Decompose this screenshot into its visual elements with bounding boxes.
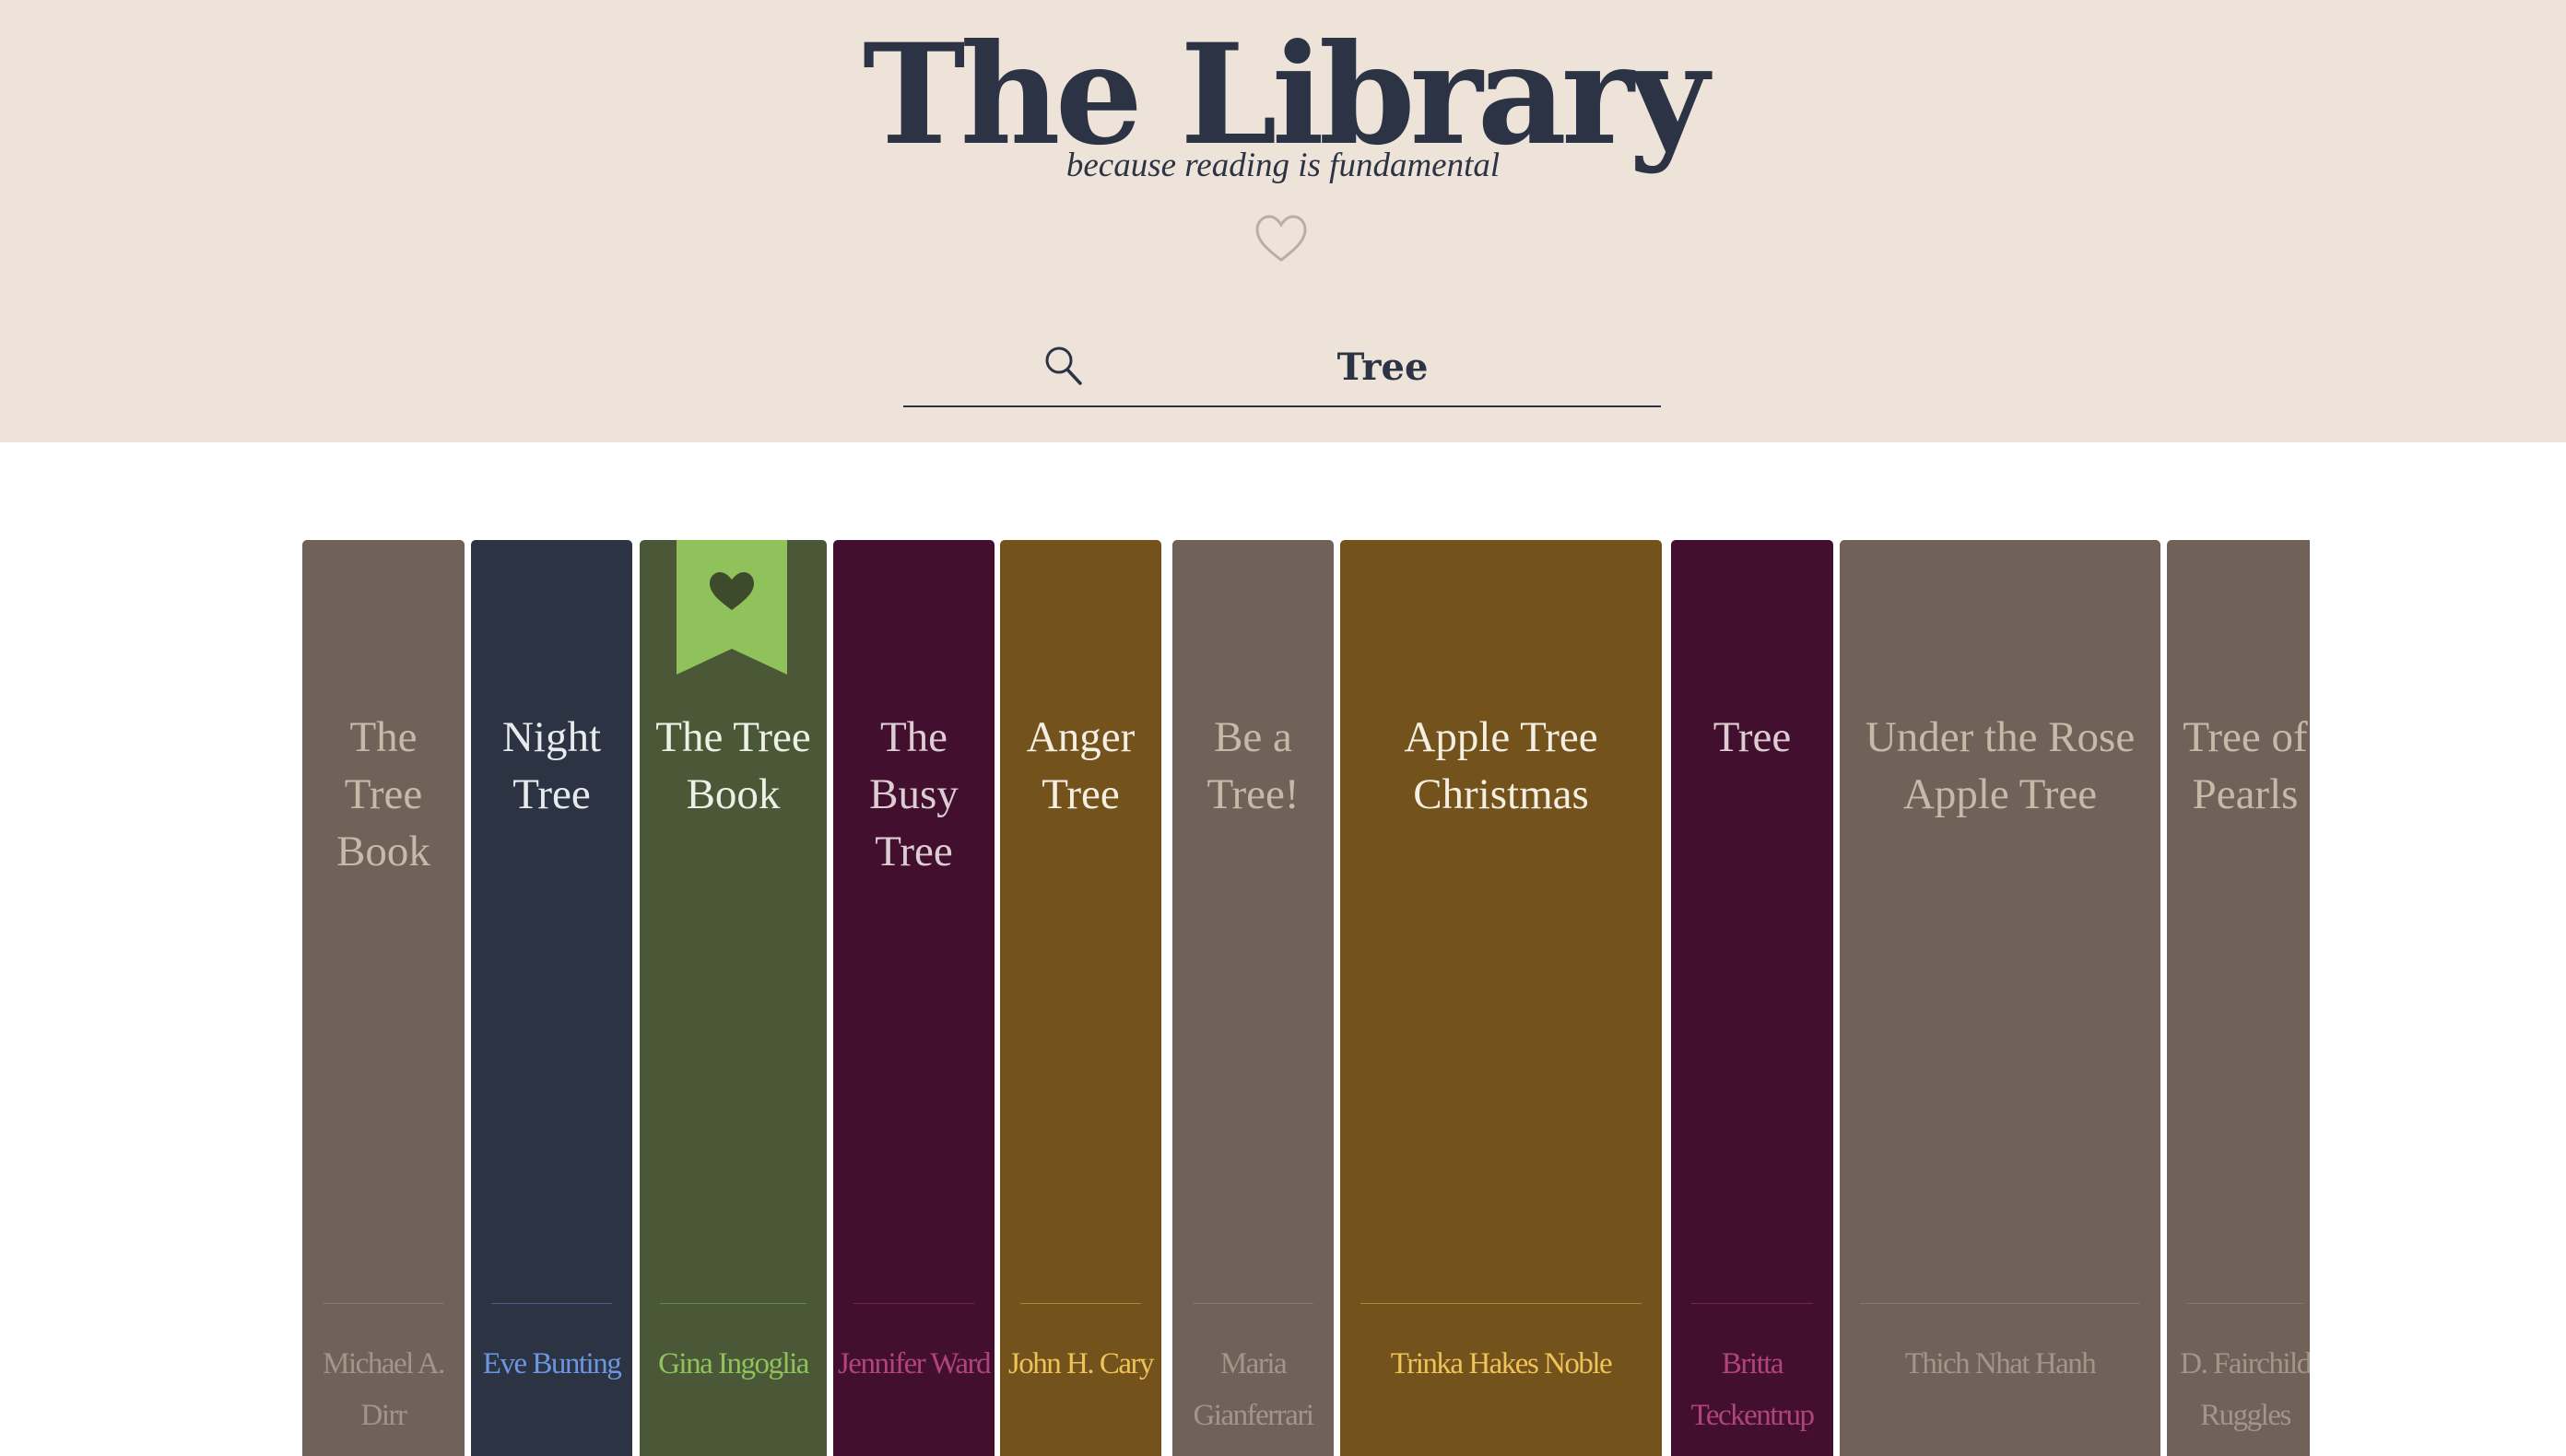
book-spine[interactable]: The Tree Book Michael A. Dirr — [302, 540, 465, 1456]
book-author: Maria Gianferrari — [1193, 1347, 1314, 1432]
divider — [660, 1303, 806, 1304]
book-spine[interactable]: Apple Tree Christmas Trinka Hakes Noble — [1340, 540, 1662, 1456]
book-title: Night Tree — [501, 713, 602, 818]
divider — [323, 1303, 444, 1304]
book-title: The Tree Book — [336, 713, 430, 875]
divider — [853, 1303, 974, 1304]
book-spine[interactable]: Night Tree Eve Bunting — [471, 540, 632, 1456]
book-spine[interactable]: Under the Rose Apple Tree Thich Nhat Hanh — [1840, 540, 2160, 1456]
divider — [2187, 1303, 2303, 1304]
favorites-heart-icon[interactable] — [1254, 214, 1308, 264]
book-title: Tree — [1713, 713, 1792, 761]
book-title: The Busy Tree — [869, 713, 959, 875]
book-title: The Tree Book — [655, 713, 811, 818]
search-icon[interactable] — [1043, 345, 1084, 387]
book-title: Anger Tree — [1026, 713, 1136, 818]
book-title: Be a Tree! — [1206, 713, 1300, 818]
book-author: Michael A. Dirr — [323, 1347, 445, 1432]
book-spine[interactable]: The Busy Tree Jennifer Ward — [833, 540, 995, 1456]
divider — [1020, 1303, 1141, 1304]
book-shelf: The Tree Book Michael A. Dirr Night Tree Ev… — [302, 540, 2310, 1456]
divider — [1360, 1303, 1642, 1304]
book-spine[interactable]: Tree Britta Teckentrup — [1671, 540, 1833, 1456]
book-spine[interactable]: Be a Tree! Maria Gianferrari — [1172, 540, 1334, 1456]
book-author: D. Fairchild Ruggles — [2180, 1347, 2310, 1432]
favorite-bookmark-icon[interactable] — [677, 540, 787, 675]
search-bar — [903, 332, 1661, 407]
divider — [1691, 1303, 1813, 1304]
divider — [1193, 1303, 1313, 1304]
book-author: Jennifer Ward — [837, 1347, 992, 1380]
search-input[interactable] — [1143, 332, 1622, 402]
book-author: Britta Teckentrup — [1690, 1347, 1815, 1432]
tagline: because reading is fundamental — [1065, 147, 1501, 184]
book-author: John H. Cary — [1007, 1347, 1155, 1380]
book-author: Gina Ingoglia — [658, 1347, 809, 1380]
book-spine[interactable]: Anger Tree John H. Cary — [1000, 540, 1161, 1456]
book-title: Tree of Pearls — [2183, 713, 2308, 818]
book-author: Trinka Hakes Noble — [1390, 1347, 1613, 1380]
divider — [491, 1303, 612, 1304]
divider — [1860, 1303, 2140, 1304]
header: The Library because reading is fundament… — [0, 0, 2566, 442]
book-author: Eve Bunting — [482, 1347, 622, 1380]
book-title: Apple Tree Christmas — [1404, 713, 1598, 818]
book-title: Under the Rose Apple Tree — [1865, 713, 2136, 818]
book-spine[interactable]: The Tree Book Gina Ingoglia — [640, 540, 827, 1456]
book-author: Thich Nhat Hanh — [1904, 1347, 2097, 1380]
book-spine[interactable]: Tree of Pearls D. Fairchild Ruggles — [2167, 540, 2310, 1456]
